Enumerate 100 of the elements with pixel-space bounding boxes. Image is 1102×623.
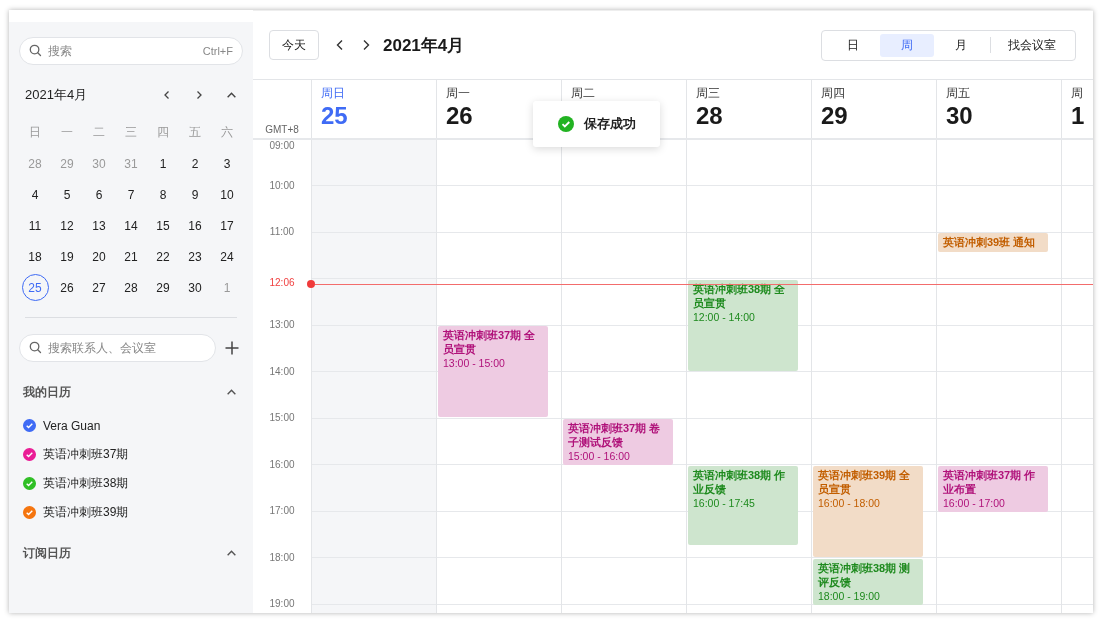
previous-month-icon[interactable] (162, 90, 172, 100)
event-card[interactable]: 英语冲刺班37期 作业布置 16:00 - 17:00 (938, 465, 1048, 512)
view-tab[interactable]: 周 (880, 33, 934, 57)
timezone-label: GMT+8 (265, 124, 299, 135)
calendar-day[interactable]: 22 (149, 241, 177, 272)
hour-label: 13:00 (268, 319, 296, 331)
search-icon (29, 44, 42, 57)
calendar-day[interactable]: 1 (149, 148, 177, 179)
calendar-day[interactable]: 2 (181, 148, 209, 179)
weekday-label: 五 (188, 124, 202, 141)
weekday-label: 周日 (321, 85, 346, 102)
checkbox[interactable] (23, 477, 36, 490)
calendar-day[interactable]: 23 (181, 241, 209, 272)
hour-label: 15:00 (268, 412, 296, 424)
view-tab[interactable]: 找会议室 (993, 33, 1071, 57)
calendar-day[interactable]: 28 (117, 272, 145, 303)
event-title: 英语冲刺班37期 全员宣贯 (443, 328, 537, 356)
event-card[interactable]: 英语冲刺班37期 卷子测试反馈 15:00 - 16:00 (563, 419, 673, 465)
calendar-day[interactable]: 19 (53, 241, 81, 272)
event-time: 18:00 - 19:00 (818, 589, 881, 603)
weekday-label: 周三 (696, 85, 721, 102)
calendar-day[interactable]: 10 (213, 179, 241, 210)
event-time: 13:00 - 15:00 (443, 357, 506, 370)
calendar-day[interactable]: 12 (53, 210, 81, 241)
hour-label: 19:00 (268, 598, 296, 610)
date-number: 1 (1071, 102, 1084, 130)
calendar-day[interactable]: 5 (53, 179, 81, 210)
calendar-day[interactable]: 4 (21, 179, 49, 210)
calendar-day[interactable]: 14 (117, 210, 145, 241)
event-card[interactable]: 英语冲刺班38期 作业反馈 16:00 - 17:45 (688, 465, 798, 545)
contact-search-field[interactable]: 搜索联系人、会议室 (19, 334, 216, 362)
event-title: 英语冲刺班37期 作业布置 (943, 467, 1037, 496)
weekday-label: 周一 (446, 85, 471, 102)
calendar-day[interactable]: 7 (117, 179, 145, 210)
event-title: 英语冲刺39班 通知 (943, 235, 1037, 249)
date-number: 29 (821, 102, 849, 130)
hour-label: 16:00 (268, 458, 296, 471)
calendar-day[interactable]: 6 (85, 179, 113, 210)
calendar-day[interactable]: 18 (21, 241, 49, 272)
check-icon (557, 116, 574, 132)
weekday-label: 三 (124, 124, 138, 141)
date-number: 30 (946, 102, 974, 130)
weekday-label: 四 (156, 124, 170, 141)
event-title: 英语冲刺班39期 全员宣贯 (818, 467, 912, 496)
event-title: 英语冲刺班37期 卷子测试反馈 (568, 421, 662, 449)
calendar-name[interactable]: Vera Guan (43, 418, 101, 433)
calendar-day[interactable]: 26 (53, 272, 81, 303)
weekday-label: 日 (28, 124, 42, 141)
weekday-label: 一 (60, 124, 74, 141)
weekday-label: 周四 (821, 85, 846, 102)
calendar-day[interactable]: 29 (149, 272, 177, 303)
view-tab[interactable]: 日 (826, 33, 880, 57)
hour-label: 09:00 (268, 140, 296, 152)
event-title: 英语冲刺班38期 作业反馈 (693, 467, 787, 496)
weekday-label: 周二 (571, 85, 596, 102)
event-card[interactable]: 英语冲刺班38期 测评反馈 18:00 - 19:00 (813, 558, 923, 605)
calendar-name[interactable]: 英语冲刺班39期 (43, 504, 129, 521)
shortcut-hint: Ctrl+F (202, 45, 233, 57)
today-button[interactable]: 今天 (269, 30, 319, 60)
hour-label: 18:00 (268, 551, 296, 564)
event-time: 16:00 - 18:00 (818, 496, 881, 510)
calendar-name[interactable]: 英语冲刺班38期 (43, 475, 129, 492)
calendar-day[interactable]: 27 (85, 272, 113, 303)
add-icon[interactable] (225, 341, 239, 355)
calendar-day[interactable]: 24 (213, 241, 241, 272)
weekday-label: 六 (220, 124, 234, 141)
calendar-day[interactable]: 11 (21, 210, 49, 241)
hour-label: 17:00 (268, 505, 296, 517)
calendar-day[interactable]: 20 (85, 241, 113, 272)
view-tab[interactable]: 月 (934, 33, 988, 57)
toast-message: 保存成功 (583, 115, 636, 133)
week-title: 2021年4月 (383, 34, 466, 57)
search-icon (29, 341, 42, 354)
next-month-icon[interactable] (194, 90, 204, 100)
previous-week-icon[interactable] (335, 39, 345, 51)
calendar-day[interactable]: 3 (213, 148, 241, 179)
calendar-name[interactable]: 英语冲刺班37期 (43, 446, 129, 463)
month-title: 2021年4月 (25, 86, 89, 104)
date-number: 28 (696, 102, 724, 130)
event-card[interactable]: 英语冲刺班37期 全员宣贯 13:00 - 15:00 (438, 326, 548, 417)
next-week-icon[interactable] (361, 39, 371, 51)
calendar-day[interactable]: 21 (117, 241, 145, 272)
calendar-day[interactable]: 30 (181, 272, 209, 303)
section-title: 我的日历 (23, 384, 71, 401)
hour-label: 14:00 (268, 365, 296, 378)
checkbox[interactable] (23, 448, 36, 461)
calendar-day[interactable]: 13 (85, 210, 113, 241)
event-title: 英语冲刺班38期 测评反馈 (818, 560, 912, 589)
event-time: 16:00 - 17:45 (693, 496, 756, 510)
calendar-day[interactable]: 17 (213, 210, 241, 241)
checkbox[interactable] (23, 506, 36, 519)
date-number: 26 (446, 102, 474, 130)
calendar-day[interactable]: 8 (149, 179, 177, 210)
calendar-day[interactable]: 16 (181, 210, 209, 241)
date-number: 25 (321, 102, 349, 130)
checkbox[interactable] (23, 419, 36, 432)
hour-label: 10:00 (268, 179, 296, 192)
calendar-day[interactable]: 15 (149, 210, 177, 241)
current-time-label: 12:06 (268, 277, 296, 290)
calendar-day[interactable]: 9 (181, 179, 209, 210)
